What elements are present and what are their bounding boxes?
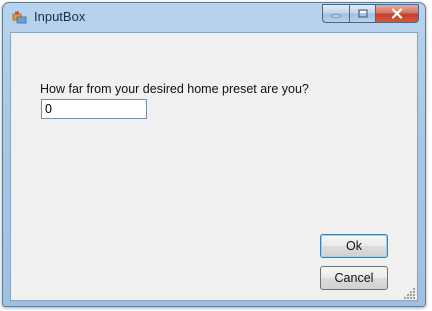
- maximize-icon: [358, 9, 367, 18]
- close-button[interactable]: [375, 4, 419, 23]
- app-icon: [12, 11, 27, 24]
- prompt-label: How far from your desired home preset ar…: [40, 82, 309, 96]
- maximize-button[interactable]: [349, 4, 375, 23]
- inputbox-window: InputBox How far from your desired home: [2, 2, 426, 307]
- window-controls: [322, 4, 419, 23]
- ok-button[interactable]: Ok: [320, 234, 388, 258]
- answer-input[interactable]: [41, 99, 147, 119]
- dialog-body: How far from your desired home preset ar…: [10, 32, 418, 301]
- minimize-icon: [331, 14, 341, 17]
- window-title: InputBox: [34, 9, 86, 24]
- close-icon: [391, 8, 403, 19]
- resize-grip-icon[interactable]: [404, 287, 416, 299]
- minimize-button[interactable]: [322, 4, 349, 23]
- title-bar[interactable]: InputBox: [3, 3, 425, 33]
- cancel-button[interactable]: Cancel: [320, 266, 388, 290]
